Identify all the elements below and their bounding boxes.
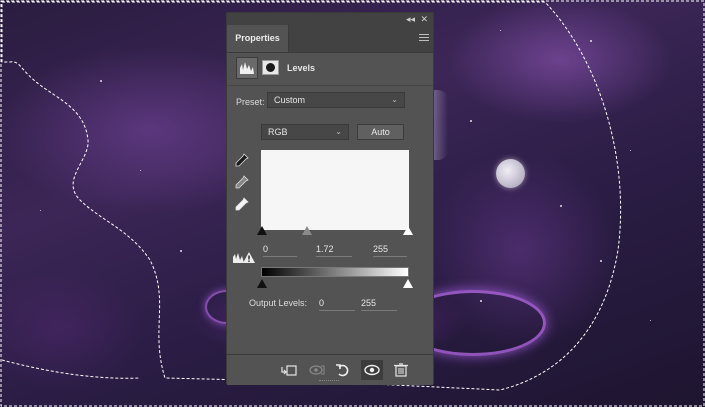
input-white-field[interactable]: 255 xyxy=(373,243,407,257)
input-black-slider[interactable] xyxy=(257,226,267,235)
panel-menu-icon[interactable] xyxy=(419,34,429,42)
panel-titlebar[interactable]: ◂◂ ✕ xyxy=(227,13,433,25)
levels-histogram-icon[interactable] xyxy=(236,57,258,79)
close-icon[interactable]: ✕ xyxy=(420,13,428,25)
clipping-warning-icon[interactable] xyxy=(233,250,255,263)
mask-icon[interactable] xyxy=(262,60,279,75)
preset-select[interactable]: Custom ⌄ xyxy=(267,92,405,108)
gray-point-eyedropper-icon[interactable] xyxy=(235,175,249,189)
output-white-field[interactable]: 255 xyxy=(361,297,397,311)
output-white-slider[interactable] xyxy=(403,279,413,288)
input-white-slider[interactable] xyxy=(403,226,413,235)
auto-button[interactable]: Auto xyxy=(357,124,404,140)
tab-properties[interactable]: Properties xyxy=(227,25,289,52)
white-point-eyedropper-icon[interactable] xyxy=(235,197,249,211)
clip-to-layer-icon[interactable] xyxy=(281,363,297,377)
tab-row: Properties xyxy=(227,25,433,53)
channel-value: RGB xyxy=(268,127,288,137)
preset-value: Custom xyxy=(274,95,306,105)
output-gradient-bar xyxy=(261,267,409,277)
visibility-eye-icon[interactable] xyxy=(361,360,383,380)
histogram xyxy=(261,150,409,230)
output-black-slider[interactable] xyxy=(257,279,267,288)
channel-select[interactable]: RGB ⌄ xyxy=(261,124,349,140)
delete-icon[interactable] xyxy=(393,363,409,377)
input-gamma-slider[interactable] xyxy=(302,226,312,235)
resize-grip[interactable] xyxy=(319,380,339,383)
chevron-down-icon: ⌄ xyxy=(335,127,342,136)
adjustment-title: Levels xyxy=(287,63,316,73)
view-previous-state-icon[interactable] xyxy=(309,363,325,377)
black-point-eyedropper-icon[interactable] xyxy=(235,153,249,167)
properties-panel: ◂◂ ✕ Properties Levels Preset: Custom ⌄ … xyxy=(226,12,434,385)
preset-label: Preset: xyxy=(236,97,265,107)
output-black-field[interactable]: 0 xyxy=(319,297,355,311)
reset-icon[interactable] xyxy=(335,363,351,377)
output-levels-label: Output Levels: xyxy=(249,298,308,308)
adjustment-header: Levels xyxy=(227,53,433,86)
chevron-down-icon: ⌄ xyxy=(391,95,398,104)
input-black-field[interactable]: 0 xyxy=(263,243,297,257)
panel-footer xyxy=(227,354,433,385)
collapse-icon[interactable]: ◂◂ xyxy=(406,13,415,25)
input-gamma-field[interactable]: 1.72 xyxy=(316,243,352,257)
